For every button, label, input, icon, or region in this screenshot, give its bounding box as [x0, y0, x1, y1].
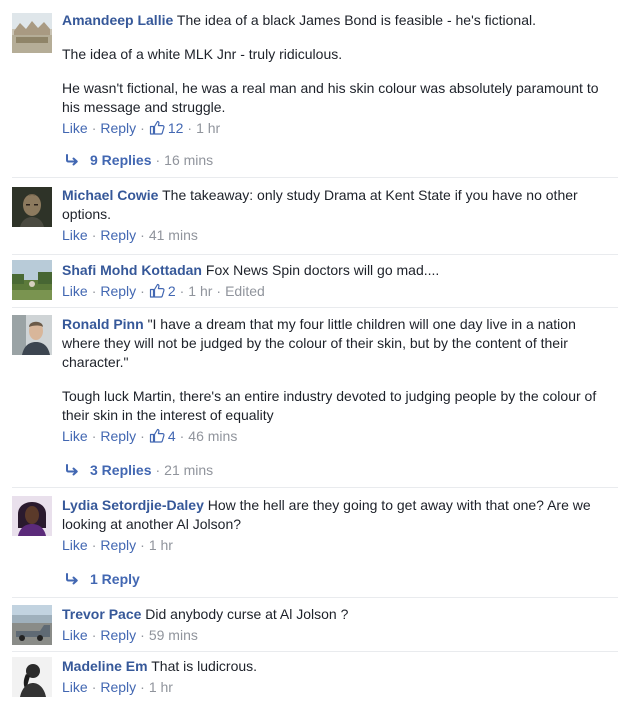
- replies-link[interactable]: 1 Reply: [90, 571, 140, 587]
- divider: [12, 487, 618, 488]
- comment-actions: Like · Reply · 4 · 46 mins: [62, 428, 238, 444]
- timestamp[interactable]: 1 hr: [188, 283, 212, 299]
- author-name[interactable]: Shafi Mohd Kottadan: [62, 262, 202, 278]
- like-count[interactable]: 12: [149, 120, 184, 136]
- comment-actions: Like · Reply · 12 · 1 hr: [62, 120, 221, 136]
- thumbs-up-icon: [149, 120, 165, 135]
- reply-arrow-icon: [66, 573, 78, 585]
- comment-body: Lydia Setordjie-Daley How the hell are t…: [62, 496, 610, 555]
- timestamp[interactable]: 1 hr: [196, 120, 220, 136]
- avatar[interactable]: [12, 13, 52, 53]
- comment-paragraph: The idea of a black James Bond is feasib…: [176, 12, 536, 28]
- timestamp[interactable]: 21 mins: [164, 462, 213, 478]
- author-name[interactable]: Lydia Setordjie-Daley: [62, 497, 204, 513]
- edited-label[interactable]: Edited: [225, 283, 265, 299]
- like-link[interactable]: Like: [62, 537, 88, 553]
- comment-text: Trevor Pace Did anybody curse at Al Jols…: [62, 605, 610, 624]
- view-replies[interactable]: 9 Replies · 16 mins: [66, 151, 213, 170]
- like-link[interactable]: Like: [62, 283, 88, 299]
- reply-link[interactable]: Reply: [100, 627, 136, 643]
- author-name[interactable]: Ronald Pinn: [62, 316, 144, 332]
- like-count-value: 12: [167, 120, 184, 136]
- like-link[interactable]: Like: [62, 120, 88, 136]
- comment-paragraph: Did anybody curse at Al Jolson ?: [145, 606, 349, 622]
- comment-text: Madeline Em That is ludicrous.: [62, 657, 610, 676]
- like-link[interactable]: Like: [62, 428, 88, 444]
- comment-paragraph: He wasn't fictional, he was a real man a…: [62, 80, 599, 115]
- reply-link[interactable]: Reply: [100, 537, 136, 553]
- like-link[interactable]: Like: [62, 227, 88, 243]
- reply-link[interactable]: Reply: [100, 679, 136, 695]
- comment-text: Ronald Pinn "I have a dream that my four…: [62, 315, 610, 425]
- reply-arrow-icon: [66, 464, 78, 476]
- reply-arrow-icon: [66, 154, 78, 166]
- comment-paragraph: The idea of a white MLK Jnr - truly ridi…: [62, 46, 343, 62]
- comment-actions: Like · Reply · 41 mins: [62, 227, 198, 243]
- author-name[interactable]: Trevor Pace: [62, 606, 141, 622]
- like-count-value: 2: [167, 283, 176, 299]
- comment-text: Amandeep Lallie The idea of a black Jame…: [62, 11, 610, 117]
- reply-link[interactable]: Reply: [100, 227, 136, 243]
- comment-text: Michael Cowie The takeaway: only study D…: [62, 186, 610, 224]
- comment-actions: Like · Reply · 1 hr: [62, 679, 173, 695]
- reply-link[interactable]: Reply: [100, 428, 136, 444]
- comment-body: Madeline Em That is ludicrous. Like · Repl…: [62, 657, 610, 697]
- like-count[interactable]: 2: [149, 283, 176, 299]
- divider: [12, 651, 618, 652]
- author-name[interactable]: Michael Cowie: [62, 187, 158, 203]
- timestamp[interactable]: 59 mins: [149, 627, 198, 643]
- comment-body: Ronald Pinn "I have a dream that my four…: [62, 315, 610, 446]
- avatar[interactable]: [12, 260, 52, 300]
- author-name[interactable]: Amandeep Lallie: [62, 12, 173, 28]
- comment-actions: Like · Reply · 2 · 1 hr · Edited: [62, 283, 265, 299]
- comment-paragraph: That is ludicrous.: [151, 658, 258, 674]
- view-replies[interactable]: 1 Reply: [66, 570, 140, 589]
- divider: [12, 254, 618, 255]
- timestamp[interactable]: 16 mins: [164, 152, 213, 168]
- divider: [12, 177, 618, 178]
- timestamp[interactable]: 46 mins: [188, 428, 237, 444]
- comment-paragraph: Tough luck Martin, there's an entire ind…: [62, 388, 597, 423]
- comment-body: Michael Cowie The takeaway: only study D…: [62, 186, 610, 245]
- like-link[interactable]: Like: [62, 627, 88, 643]
- comment-actions: Like · Reply · 1 hr: [62, 537, 173, 553]
- avatar[interactable]: [12, 496, 52, 536]
- replies-link[interactable]: 3 Replies: [90, 462, 151, 478]
- timestamp[interactable]: 1 hr: [149, 537, 173, 553]
- avatar[interactable]: [12, 605, 52, 645]
- thumbs-up-icon: [149, 283, 165, 298]
- timestamp[interactable]: 41 mins: [149, 227, 198, 243]
- like-count[interactable]: 4: [149, 428, 176, 444]
- like-count-value: 4: [167, 428, 176, 444]
- divider: [12, 307, 618, 308]
- thumbs-up-icon: [149, 428, 165, 443]
- comment-text: Shafi Mohd Kottadan Fox News Spin doctor…: [62, 261, 610, 280]
- comment-body: Shafi Mohd Kottadan Fox News Spin doctor…: [62, 261, 610, 301]
- replies-link[interactable]: 9 Replies: [90, 152, 151, 168]
- like-link[interactable]: Like: [62, 679, 88, 695]
- comment-text: Lydia Setordjie-Daley How the hell are t…: [62, 496, 610, 534]
- avatar[interactable]: [12, 315, 52, 355]
- avatar[interactable]: [12, 187, 52, 227]
- reply-link[interactable]: Reply: [100, 283, 136, 299]
- comment-actions: Like · Reply · 59 mins: [62, 627, 198, 643]
- timestamp[interactable]: 1 hr: [149, 679, 173, 695]
- divider: [12, 597, 618, 598]
- author-name[interactable]: Madeline Em: [62, 658, 148, 674]
- comment-body: Trevor Pace Did anybody curse at Al Jols…: [62, 605, 610, 645]
- avatar[interactable]: [12, 657, 52, 697]
- view-replies[interactable]: 3 Replies · 21 mins: [66, 461, 213, 480]
- reply-link[interactable]: Reply: [100, 120, 136, 136]
- comment-paragraph: Fox News Spin doctors will go mad....: [205, 262, 440, 278]
- comment-body: Amandeep Lallie The idea of a black Jame…: [62, 11, 610, 138]
